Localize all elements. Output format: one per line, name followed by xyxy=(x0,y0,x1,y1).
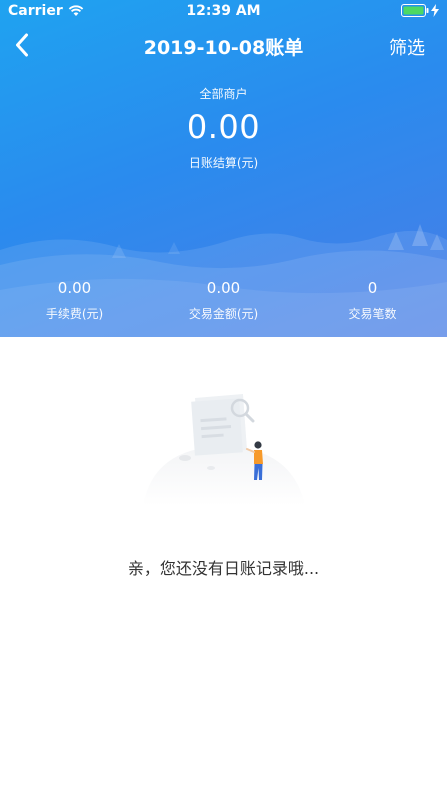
stat-fee-label: 手续费(元) xyxy=(45,307,104,321)
page-title: 2019-10-08账单 xyxy=(143,37,304,59)
empty-state-illustration xyxy=(143,394,305,506)
stat-amount-label: 交易金额(元) xyxy=(188,307,259,321)
stat-count: 0 交易笔数 xyxy=(298,279,447,322)
status-bar: Carrier 12:39 AM xyxy=(0,0,447,22)
bill-screen: Carrier 12:39 AM 2019-10-08账单 筛选 全部商户 0.… xyxy=(0,0,447,794)
total-settlement-caption: 日账结算(元) xyxy=(188,156,259,170)
stats-row: 0.00 手续费(元) 0.00 交易金额(元) 0 交易笔数 xyxy=(0,279,447,322)
filter-button[interactable]: 筛选 xyxy=(389,34,425,60)
stat-amount-value: 0.00 xyxy=(206,279,241,297)
stat-count-value: 0 xyxy=(367,279,378,297)
stat-count-label: 交易笔数 xyxy=(348,307,397,321)
settlement-summary: 全部商户 0.00 日账结算(元) xyxy=(0,85,447,171)
status-time: 12:39 AM xyxy=(186,3,261,19)
battery-icon xyxy=(401,4,429,17)
empty-state-message: 亲，您还没有日账记录哦... xyxy=(127,559,320,578)
charging-icon xyxy=(431,4,439,17)
total-settlement-amount: 0.00 xyxy=(186,108,261,146)
stat-fee-value: 0.00 xyxy=(57,279,92,297)
stat-fee: 0.00 手续费(元) xyxy=(0,279,149,322)
navigation-bar: 2019-10-08账单 筛选 xyxy=(0,22,447,68)
stat-amount: 0.00 交易金额(元) xyxy=(149,279,298,322)
battery-indicator xyxy=(401,4,439,17)
merchant-selector[interactable]: 全部商户 xyxy=(0,85,447,102)
